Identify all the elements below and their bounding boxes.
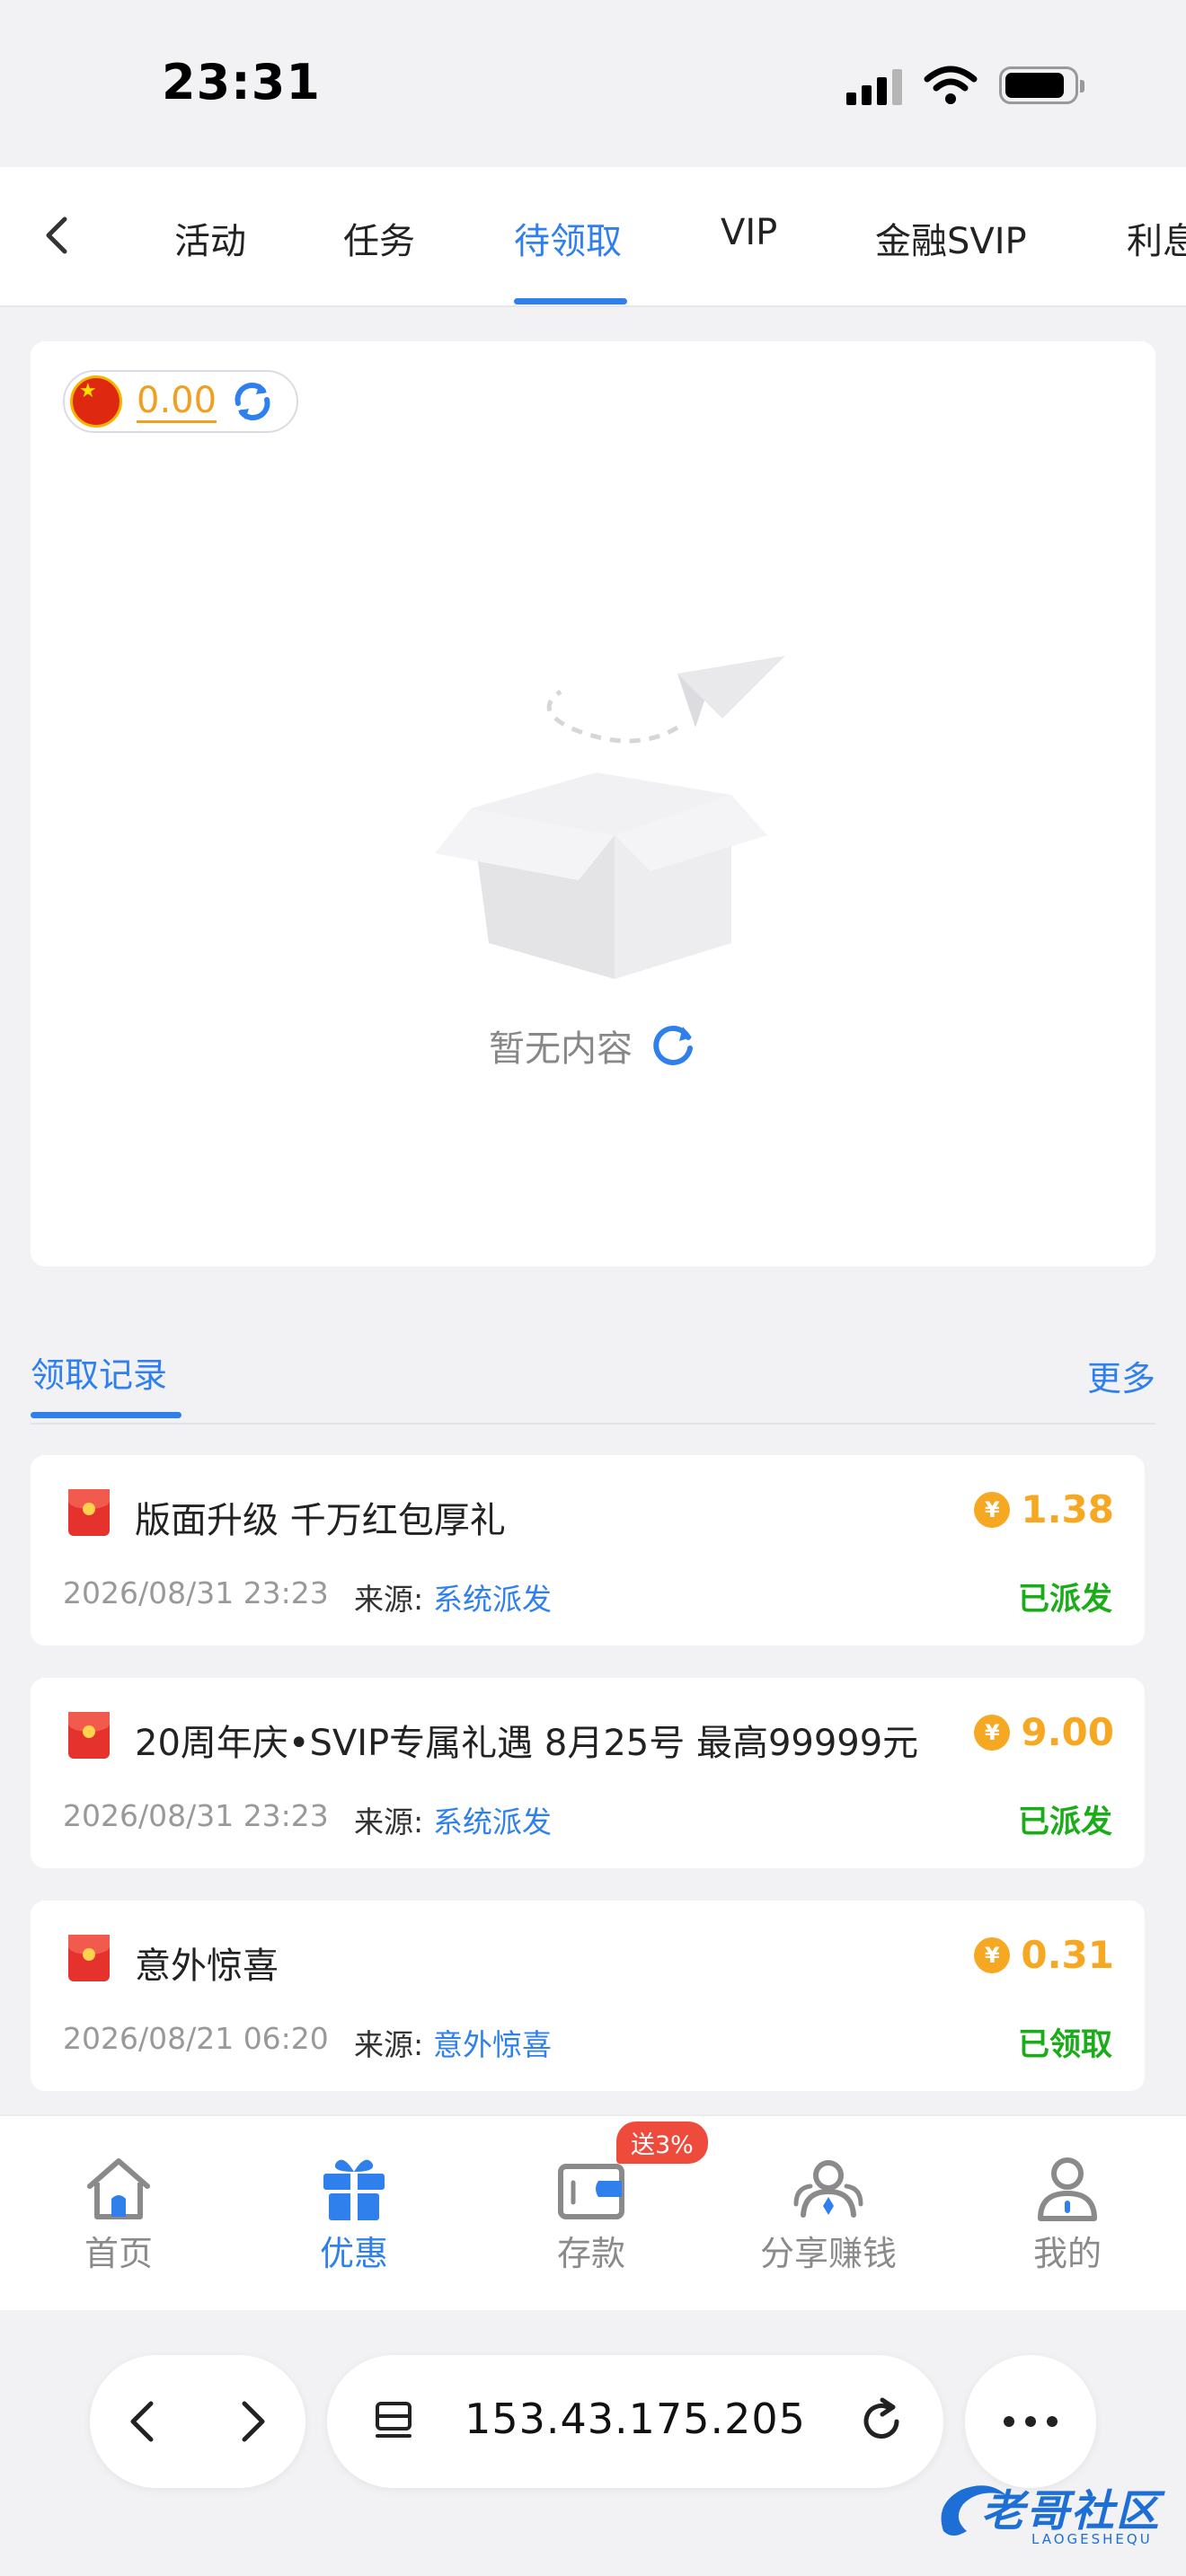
back-chevron-icon[interactable] xyxy=(31,208,84,262)
browser-back-icon[interactable] xyxy=(115,2393,173,2450)
cellular-signal-icon xyxy=(846,66,902,105)
watermark-logo: 老哥社区 LAOGESHEQU xyxy=(925,2468,1168,2558)
pending-claim-card: 0.00 暂无内容 xyxy=(31,341,1155,1266)
nav-deposit[interactable]: 存款 xyxy=(501,2152,681,2275)
balance-pill: 0.00 xyxy=(63,370,298,433)
record-amount: ¥ 0.31 xyxy=(974,1933,1114,1977)
source-label: 来源: xyxy=(354,1804,424,1839)
record-source: 系统派发 xyxy=(433,1804,552,1839)
deposit-promo-badge: 送3% xyxy=(616,2122,708,2164)
refresh-balance-icon[interactable] xyxy=(229,378,276,425)
share-people-icon xyxy=(793,2160,863,2218)
address-bar[interactable]: 153.43.175.205 xyxy=(327,2355,943,2488)
empty-state-text: 暂无内容 xyxy=(489,1028,633,1070)
browser-nav-buttons xyxy=(90,2355,305,2488)
yen-coin-icon: ¥ xyxy=(974,1714,1011,1751)
nav-label: 优惠 xyxy=(319,2234,388,2273)
nav-label: 存款 xyxy=(556,2234,625,2273)
home-icon xyxy=(87,2158,150,2219)
address-text[interactable]: 153.43.175.205 xyxy=(327,2395,943,2443)
active-tab-indicator xyxy=(514,298,627,304)
status-time: 23:31 xyxy=(162,54,321,110)
record-amount: ¥ 9.00 xyxy=(974,1710,1114,1754)
list-item[interactable]: 20周年庆•SVIP专属礼遇 8月25号 最高99999元 ¥ 9.00 202… xyxy=(31,1678,1145,1868)
nav-label: 分享赚钱 xyxy=(759,2234,897,2273)
record-status: 已派发 xyxy=(1017,1582,1112,1618)
category-tab-bar: 活动 任务 待领取 VIP 金融SVIP 利息 xyxy=(0,167,1186,307)
gift-icon xyxy=(323,2159,385,2220)
source-label: 来源: xyxy=(354,2027,424,2062)
record-time: 2026/08/31 23:23 xyxy=(63,1798,329,1833)
battery-icon xyxy=(999,66,1084,104)
records-tab-indicator xyxy=(31,1412,181,1418)
tab-activities[interactable]: 活动 xyxy=(174,212,246,264)
record-time: 2026/08/31 23:23 xyxy=(63,1575,329,1610)
source-label: 来源: xyxy=(354,1582,424,1617)
refresh-icon[interactable] xyxy=(649,1021,697,1070)
amount-value: 1.38 xyxy=(1021,1487,1114,1531)
status-bar: 23:31 xyxy=(0,0,1186,167)
empty-box-illustration xyxy=(435,656,785,979)
record-title: 意外惊喜 xyxy=(135,1945,279,1987)
record-title: 版面升级 千万红包厚礼 xyxy=(135,1500,506,1541)
china-flag-icon xyxy=(70,375,122,428)
reload-icon[interactable] xyxy=(855,2395,907,2447)
watermark-text: 老哥社区 xyxy=(981,2486,1162,2536)
browser-forward-icon[interactable] xyxy=(223,2393,280,2450)
more-link[interactable]: 更多 xyxy=(1087,1351,1155,1400)
tab-tasks[interactable]: 任务 xyxy=(343,212,415,264)
record-title: 20周年庆•SVIP专属礼遇 8月25号 最高99999元 xyxy=(135,1723,919,1764)
nav-label: 我的 xyxy=(1032,2234,1102,2273)
tab-interest[interactable]: 利息 xyxy=(1127,212,1186,264)
claim-records-title[interactable]: 领取记录 xyxy=(31,1347,167,1397)
nav-home[interactable]: 首页 xyxy=(29,2152,208,2275)
amount-value: 9.00 xyxy=(1021,1710,1114,1754)
record-status: 已领取 xyxy=(1017,2027,1112,2063)
yen-coin-icon: ¥ xyxy=(974,1491,1011,1528)
empty-state: 暂无内容 xyxy=(31,1019,1155,1072)
yen-coin-icon: ¥ xyxy=(974,1936,1011,1973)
bottom-navigation: 首页 优惠 存款 分享赚钱 我的 xyxy=(0,2114,1186,2310)
nav-label: 首页 xyxy=(84,2234,153,2273)
record-source: 意外惊喜 xyxy=(433,2027,552,2062)
nav-share-earn[interactable]: 分享赚钱 xyxy=(739,2152,918,2275)
red-packet-icon xyxy=(68,1712,110,1759)
list-item[interactable]: 意外惊喜 ¥ 0.31 2026/08/21 06:20 来源: 意外惊喜 已领… xyxy=(31,1901,1145,2091)
nav-profile[interactable]: 我的 xyxy=(978,2152,1157,2275)
claim-records-header: 领取记录 更多 xyxy=(31,1320,1155,1425)
list-item[interactable]: 版面升级 千万红包厚礼 ¥ 1.38 2026/08/31 23:23 来源: … xyxy=(31,1455,1145,1645)
record-status: 已派发 xyxy=(1017,1804,1112,1840)
balance-value: 0.00 xyxy=(137,379,217,423)
red-packet-icon xyxy=(68,1935,110,1981)
nav-promotions[interactable]: 优惠 xyxy=(264,2152,444,2275)
red-packet-icon xyxy=(68,1489,110,1536)
record-amount: ¥ 1.38 xyxy=(974,1487,1114,1531)
tab-finance-svip[interactable]: 金融SVIP xyxy=(875,212,1027,264)
record-source: 系统派发 xyxy=(433,1582,552,1617)
tab-pending-claim[interactable]: 待领取 xyxy=(514,212,622,264)
status-icons xyxy=(846,65,1084,106)
record-time: 2026/08/21 06:20 xyxy=(63,2021,329,2056)
user-icon xyxy=(1038,2157,1097,2221)
tab-vip[interactable]: VIP xyxy=(721,212,777,253)
wifi-icon xyxy=(924,66,978,104)
watermark-subtext: LAOGESHEQU xyxy=(1031,2531,1153,2547)
more-dots-icon xyxy=(1004,2416,1058,2427)
amount-value: 0.31 xyxy=(1021,1933,1114,1977)
